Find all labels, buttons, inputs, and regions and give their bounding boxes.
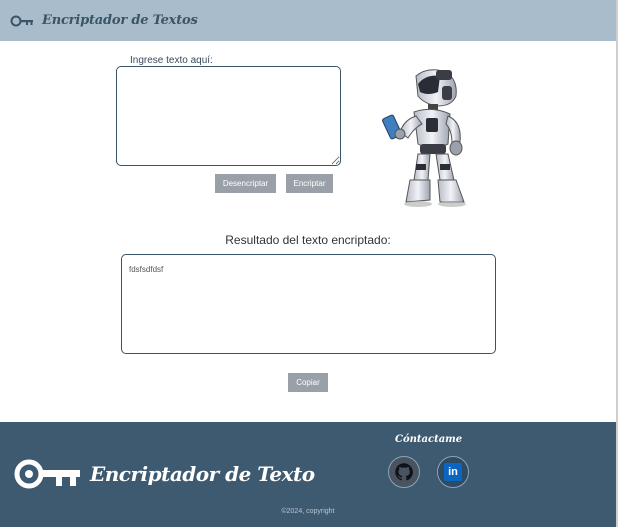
github-icon	[395, 463, 413, 481]
text-input[interactable]	[116, 66, 341, 166]
footer-title: Encriptador de Texto	[90, 462, 315, 486]
copy-button[interactable]: Copiar	[288, 373, 328, 392]
result-output[interactable]: fdsfsdfdsf	[121, 254, 496, 354]
robot-illustration	[382, 69, 466, 207]
key-icon	[10, 15, 33, 26]
footer-brand: Encriptador de Texto	[12, 454, 315, 494]
footer: Encriptador de Texto Cóntactame in ©2024…	[0, 422, 616, 527]
header-title: Encriptador de Textos	[42, 13, 198, 28]
decrypt-button[interactable]: Desencriptar	[215, 174, 276, 193]
linkedin-icon: in	[444, 463, 462, 481]
copyright-text: ©2024, copyright	[281, 508, 335, 515]
encrypt-button[interactable]: Encriptar	[286, 174, 333, 193]
input-label: Ingrese texto aquí:	[130, 55, 213, 66]
github-link[interactable]	[388, 456, 420, 488]
result-title: Resultado del texto encriptado:	[225, 233, 391, 247]
contact-title: Cóntactame	[395, 434, 463, 445]
linkedin-icon-text: in	[448, 466, 458, 478]
linkedin-link[interactable]: in	[437, 456, 469, 488]
key-icon	[14, 459, 80, 489]
app-header: Encriptador de Textos	[0, 0, 616, 41]
